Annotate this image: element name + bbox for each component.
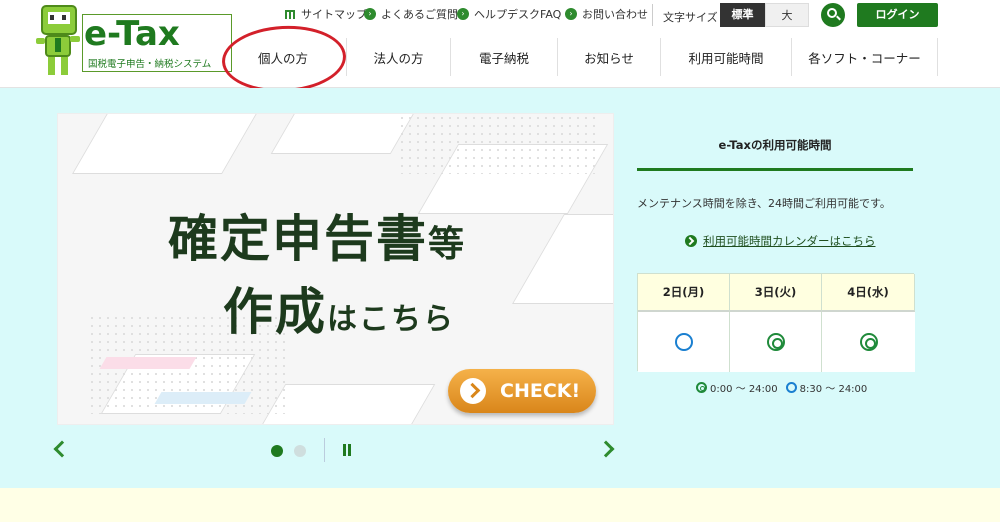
logo-subtitle: 国税電子申告・納税システム xyxy=(88,59,212,70)
available-hours-title: e-Taxの利用可能時間 xyxy=(718,138,832,152)
title-underline xyxy=(637,168,913,171)
calendar-link[interactable]: 利用可能時間カレンダーはこちら xyxy=(685,233,876,249)
faq-link[interactable]: › よくあるご質問 xyxy=(364,4,458,24)
arrow-right-icon xyxy=(460,378,486,404)
legend-double-label: 0:00 ～ 24:00 xyxy=(710,384,778,395)
footer-strip xyxy=(0,488,1000,522)
slider-dot-1[interactable] xyxy=(271,445,283,457)
pause-icon[interactable] xyxy=(341,444,353,458)
day-status-cell xyxy=(822,312,915,372)
slider-dot-2[interactable] xyxy=(294,445,306,457)
circle-arrow-icon: › xyxy=(364,8,376,20)
circle-arrow-icon xyxy=(685,235,697,247)
day-header: 3日(火) xyxy=(730,274,822,312)
sitemap-label: サイトマップ xyxy=(301,8,367,21)
double-circle-icon xyxy=(859,333,878,351)
nav-news[interactable]: お知らせ xyxy=(558,38,661,76)
mascot-icon xyxy=(36,5,80,75)
helpdesk-faq-label: ヘルプデスクFAQ xyxy=(474,8,562,21)
nav-corporate[interactable]: 法人の方 xyxy=(347,38,451,76)
banner-headline-1: 確定申告書等 xyxy=(168,210,467,268)
nav-individual[interactable]: 個人の方 xyxy=(220,38,347,76)
day-status-cell xyxy=(638,312,730,372)
ring-icon xyxy=(785,382,797,393)
divider xyxy=(652,4,653,26)
logo-title: e-Tax xyxy=(84,14,180,54)
contact-label: お問い合わせ xyxy=(582,8,648,21)
double-circle-icon xyxy=(696,382,707,393)
double-circle-icon xyxy=(766,333,785,351)
font-size-standard-button[interactable]: 標準 xyxy=(720,3,765,27)
etax-logo[interactable]: e-Tax 国税電子申告・納税システム xyxy=(32,2,232,80)
banner-headline-2: 作成はこちら xyxy=(223,283,455,341)
site-header: e-Tax 国税電子申告・納税システム サイトマップ › よくあるご質問 › ヘ… xyxy=(0,0,1000,96)
ring-icon xyxy=(674,333,693,351)
calendar-legend: 0:00 ～ 24:00 8:30 ～ 24:00 xyxy=(696,380,867,395)
nav-e-payment[interactable]: 電子納税 xyxy=(451,38,558,76)
helpdesk-faq-link[interactable]: › ヘルプデスクFAQ xyxy=(457,4,561,24)
contact-link[interactable]: › お問い合わせ xyxy=(565,4,648,24)
divider xyxy=(324,438,325,462)
check-label: CHECK! xyxy=(500,380,581,402)
sitemap-link[interactable]: サイトマップ xyxy=(284,4,367,24)
hero-banner[interactable]: 確定申告書等 作成はこちら CHECK! xyxy=(57,113,614,425)
day-status-cell xyxy=(730,312,822,372)
global-nav: 個人の方 法人の方 電子納税 お知らせ 利用可能時間 各ソフト・コーナー xyxy=(220,38,938,76)
nav-available-hours[interactable]: 利用可能時間 xyxy=(661,38,792,76)
search-button[interactable] xyxy=(821,3,845,27)
circle-arrow-icon: › xyxy=(565,8,577,20)
faq-label: よくあるご質問 xyxy=(381,8,458,21)
font-size-large-button[interactable]: 大 xyxy=(765,3,809,27)
login-button[interactable]: ログイン xyxy=(857,3,938,27)
availability-calendar: 2日(月) 3日(火) 4日(水) xyxy=(637,273,915,372)
nav-software-corner[interactable]: 各ソフト・コーナー xyxy=(792,38,938,76)
font-size-label: 文字サイズ xyxy=(663,11,718,24)
day-header: 2日(月) xyxy=(638,274,730,312)
sitemap-icon xyxy=(284,8,296,20)
day-header: 4日(水) xyxy=(822,274,915,312)
available-hours-description: メンテナンス時間を除き、24時間ご利用可能です。 xyxy=(637,197,891,210)
circle-arrow-icon: › xyxy=(457,8,469,20)
legend-ring-label: 8:30 ～ 24:00 xyxy=(799,384,868,395)
check-button[interactable]: CHECK! xyxy=(448,369,596,413)
calendar-link-label: 利用可能時間カレンダーはこちら xyxy=(703,234,876,248)
